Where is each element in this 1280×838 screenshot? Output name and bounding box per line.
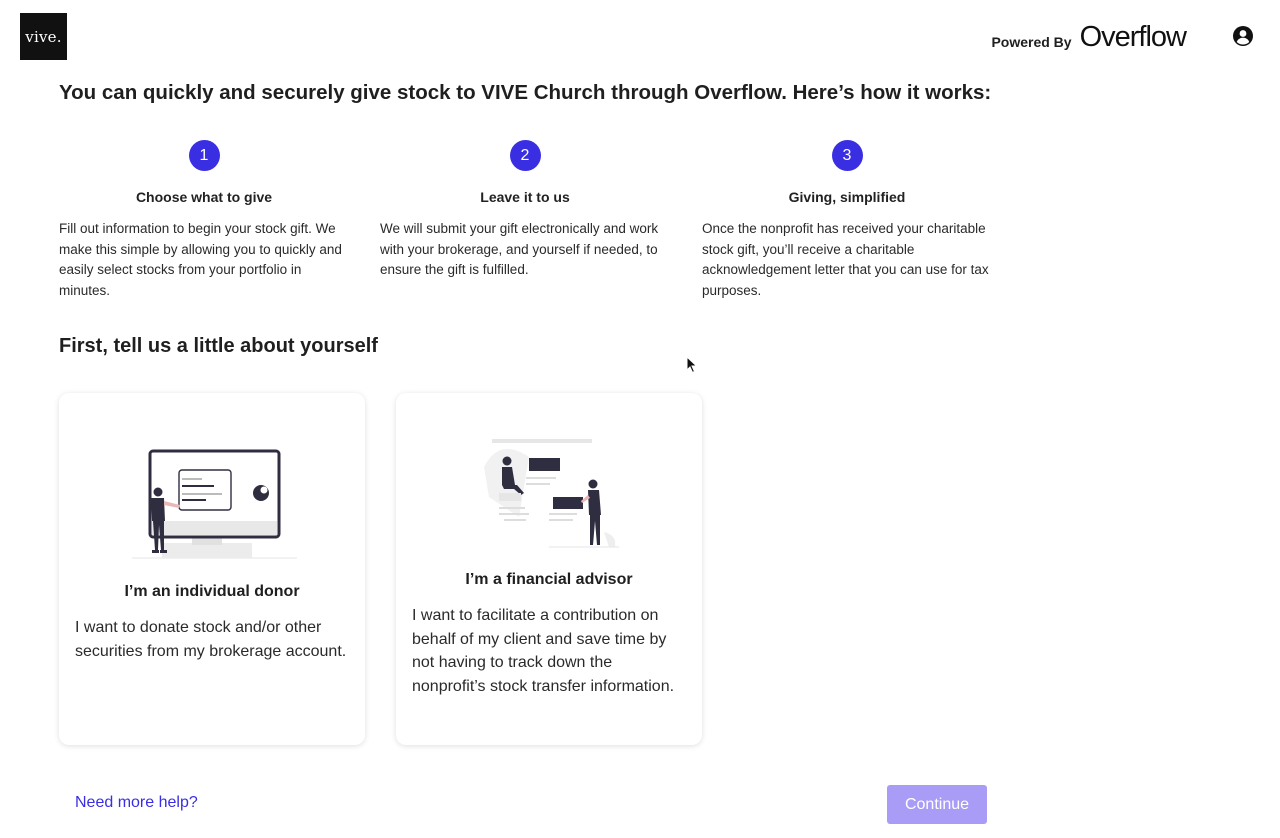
advisor-and-client-illustration: [484, 439, 619, 548]
powered-by: Powered By Overflow: [991, 21, 1187, 54]
individual-donor-description: I want to donate stock and/or other secu…: [75, 619, 347, 660]
step-description: Fill out information to begin your stock…: [59, 221, 342, 299]
individual-donor-title: I’m an individual donor: [124, 583, 300, 600]
step-2: 2 Leave it to us We will submit your gif…: [380, 140, 670, 281]
step-1: 1 Choose what to give Fill out informati…: [59, 140, 349, 302]
page-headline: You can quickly and securely give stock …: [59, 81, 992, 104]
step-description: We will submit your gift electronically …: [380, 221, 659, 278]
person-at-monitor-illustration: [132, 449, 297, 559]
mouse-pointer-icon: [686, 356, 698, 374]
financial-advisor-card[interactable]: I’m a financial advisor I want to facili…: [396, 393, 702, 745]
step-number-badge: 1: [188, 140, 220, 171]
step-number-badge: 2: [509, 140, 541, 171]
powered-by-label: Powered By: [991, 33, 1072, 50]
step-description: Once the nonprofit has received your cha…: [702, 221, 989, 299]
individual-donor-card[interactable]: I’m an individual donor I want to donate…: [59, 393, 365, 745]
need-more-help-link[interactable]: Need more help?: [75, 794, 198, 812]
step-number-badge: 3: [831, 140, 863, 171]
about-yourself-title: First, tell us a little about yourself: [59, 335, 378, 357]
overflow-brand: Overflow: [1079, 21, 1187, 53]
step-3: 3 Giving, simplified Once the nonprofit …: [702, 140, 992, 302]
step-title: Leave it to us: [480, 189, 570, 205]
continue-button[interactable]: Continue: [887, 785, 987, 824]
logo-text: vive.: [25, 27, 62, 46]
user-circle-icon[interactable]: [1233, 26, 1253, 46]
vive-logo[interactable]: vive.: [20, 13, 67, 60]
step-title: Choose what to give: [135, 189, 273, 205]
financial-advisor-description: I want to facilitate a contribution on b…: [412, 607, 675, 696]
step-title: Giving, simplified: [788, 189, 906, 205]
financial-advisor-title: I’m a financial advisor: [465, 571, 633, 588]
